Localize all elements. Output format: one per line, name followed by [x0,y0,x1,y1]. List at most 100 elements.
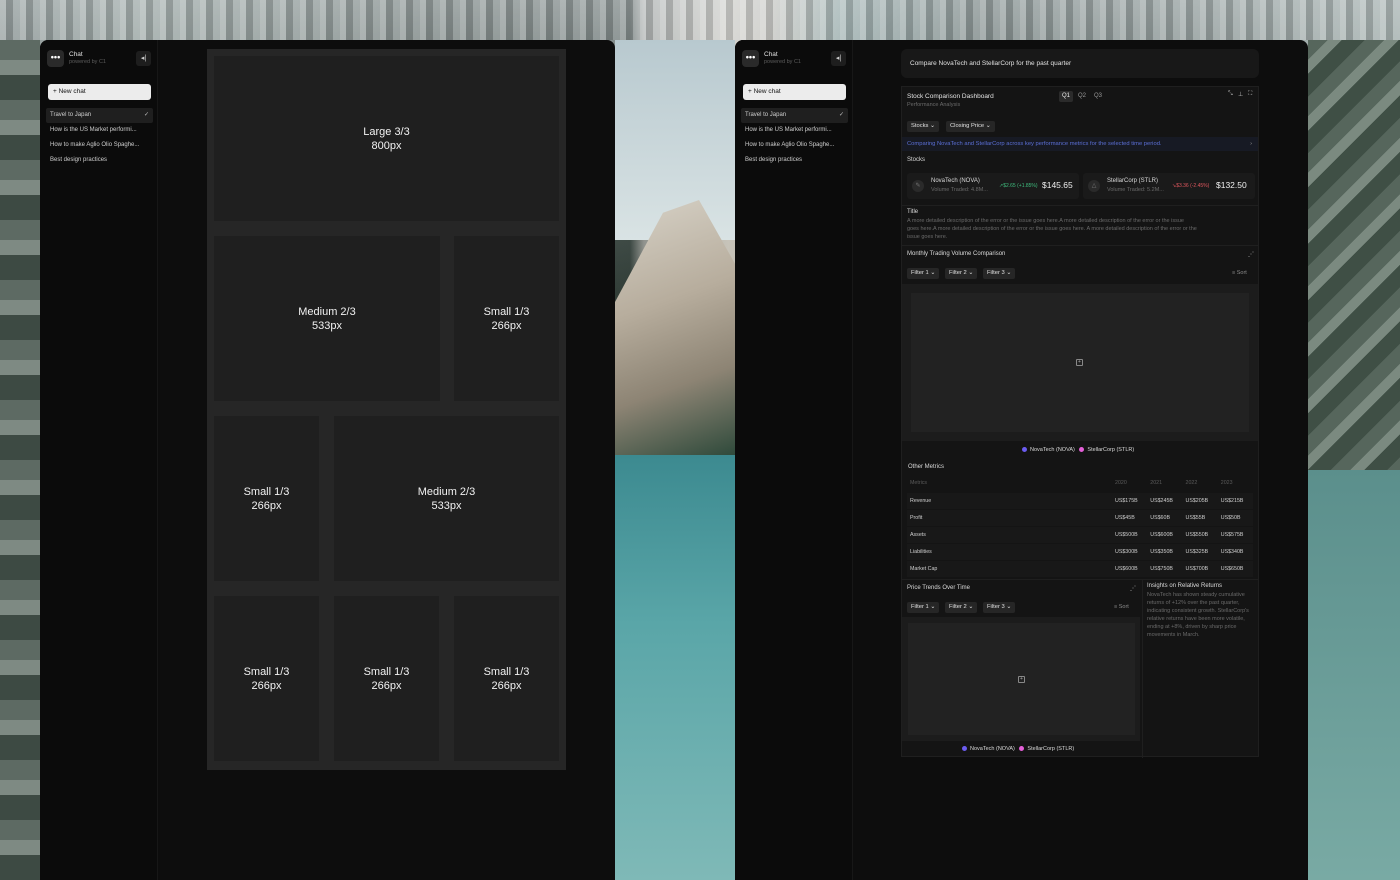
tab-q1[interactable]: Q1 [1059,91,1073,102]
tile-size: 266px [371,679,402,692]
grid-tile-medium: Medium 2/3 533px [334,416,559,581]
filter-2-dropdown[interactable]: Filter 2 ⌄ [945,268,978,279]
col-header-metrics: Metrics [910,480,928,487]
chevron-down-icon: ⌄ [968,270,974,276]
table-cell: US$45B [1112,508,1148,526]
filter-3-dropdown[interactable]: Filter 3 ⌄ [983,268,1016,279]
pin-icon[interactable]: ⊥ [1238,91,1243,98]
chat-item-aglio-olio[interactable]: How to make Aglio Olio Spaghe... [741,138,848,153]
filter-label: Filter 1 [911,270,929,276]
chat-item-travel-to-japan[interactable]: Travel to Japan ✓ [46,108,153,123]
stock-volume: Volume Traded: 4.8M... [931,187,988,193]
table-cell: US$55B [1182,508,1218,526]
collapse-sidebar-button[interactable]: ◂| [831,51,846,66]
table-cell: US$600B [1112,559,1148,577]
table-cell: US$575B [1217,525,1253,543]
chat-item-label: Best design practices [745,157,803,163]
stock-card-stellarcorp[interactable]: △ StellarCorp (STLR) Volume Traded: 5.2M… [1083,173,1255,199]
chevron-down-icon: ⌄ [930,123,935,129]
table-cell: US$350B [1147,542,1183,560]
grid-tile-small: Small 1/3 266px [454,236,559,401]
background-scenery-top [0,0,1400,40]
filter-1-dropdown[interactable]: Filter 1 ⌄ [907,602,940,613]
chat-item-label: How to make Aglio Olio Spaghe... [50,142,140,148]
table-row: Market Cap US$600B US$750B US$700B US$650B [907,559,1253,577]
stock-logo-icon: △ [1088,180,1100,192]
tab-q2[interactable]: Q2 [1075,91,1089,102]
sort-button[interactable]: ≡ Sort [1232,270,1247,276]
col-header-2023: 2023 [1220,480,1233,487]
chevron-down-icon: ⌄ [1006,270,1012,276]
new-chat-label: New chat [58,88,86,95]
chevron-down-icon: ⌄ [1006,604,1012,610]
table-cell: US$60B [1147,508,1183,526]
insights-title: Insights on Relative Returns [1147,583,1223,589]
filter-label: Filter 3 [987,270,1005,276]
chat-item-design-practices[interactable]: Best design practices [741,153,848,168]
sort-button[interactable]: ≡ Sort [1114,604,1129,610]
table-cell: US$215B [1217,491,1253,509]
stocks-filter-dropdown[interactable]: Stocks ⌄ [907,121,939,132]
collapse-sidebar-button[interactable]: ◂| [136,51,151,66]
filter-2-dropdown[interactable]: Filter 2 ⌄ [945,602,978,613]
sort-icon: ≡ [1114,604,1118,610]
chat-item-label: How to make Aglio Olio Spaghe... [745,142,835,148]
table-cell: US$700B [1182,559,1218,577]
new-chat-button[interactable]: + New chat [48,84,151,100]
chat-item-label: Travel to Japan [745,112,787,118]
table-cell: Revenue [907,491,1112,509]
info-banner[interactable]: Comparing NovaTech and StellarCorp acros… [902,137,1258,151]
chat-item-us-market[interactable]: How is the US Market performi... [741,123,848,138]
chat-item-us-market[interactable]: How is the US Market performi... [46,123,153,138]
stock-card-novatech[interactable]: ✎ NovaTech (NOVA) Volume Traded: 4.8M...… [907,173,1079,199]
background-scenery-left [0,40,40,880]
chat-history-list: Travel to Japan ✓ How is the US Market pe… [46,108,153,168]
image-placeholder-icon: + [1018,676,1025,683]
divider [902,245,1258,246]
grid-tile-large: Large 3/3 800px [214,56,559,221]
fullscreen-icon[interactable]: ⛶ [1248,91,1252,98]
closing-price-dropdown[interactable]: Closing Price ⌄ [946,121,995,132]
collapse-arrows-icon[interactable]: ⤡ [1228,91,1233,98]
image-placeholder-icon: + [1076,359,1083,366]
table-cell: US$650B [1217,559,1253,577]
stock-price: $132.50 [1216,180,1247,190]
filter-1-dropdown[interactable]: Filter 1 ⌄ [907,268,940,279]
background-water-right [1308,470,1400,880]
filter-label: Filter 3 [987,604,1005,610]
filter-label: Filter 2 [949,270,967,276]
app-title: Chat [69,51,83,58]
share-icon[interactable]: ⋰ [1130,585,1136,592]
tile-title: Small 1/3 [483,305,530,318]
stock-name: StellarCorp (STLR) [1107,178,1159,184]
check-icon: ✓ [838,112,844,118]
chat-item-design-practices[interactable]: Best design practices [46,153,153,168]
app-subtitle: powered by C1 [764,59,801,65]
app-title: Chat [764,51,778,58]
chat-item-travel-to-japan[interactable]: Travel to Japan ✓ [741,108,848,123]
notice-body: A more detailed description of the error… [907,218,1197,240]
new-chat-button[interactable]: + New chat [743,84,846,100]
stocks-heading: Stocks [907,157,926,163]
table-cell: Market Cap [907,559,1112,577]
grid-tile-small: Small 1/3 266px [214,596,319,761]
divider [902,579,1258,580]
legend-item-stellarcorp: StellarCorp (STLR) [1019,746,1074,752]
legend-item-stellarcorp: StellarCorp (STLR) [1079,447,1134,453]
app-subtitle: powered by C1 [69,59,106,65]
sidebar-header: ••• Chat powered by C1 ◂| [47,50,151,68]
tab-q3[interactable]: Q3 [1091,91,1105,102]
divider [902,205,1258,206]
table-cell: Profit [907,508,1112,526]
stock-price: $145.65 [1042,180,1073,190]
table-row: Profit US$45B US$60B US$55B US$50B [907,508,1253,526]
chevron-down-icon: ⌄ [930,604,936,610]
price-chart-title: Price Trends Over Time [907,585,971,591]
chat-item-aglio-olio[interactable]: How to make Aglio Olio Spaghe... [46,138,153,153]
filter-3-dropdown[interactable]: Filter 3 ⌄ [983,602,1016,613]
insights-body: NovaTech has shown steady cumulative ret… [1147,592,1249,638]
chart-canvas: + [908,623,1135,735]
share-icon[interactable]: ⋰ [1248,251,1254,258]
filter-label: Stocks [911,123,929,129]
user-prompt-message: Compare NovaTech and StellarCorp for the… [901,49,1259,78]
